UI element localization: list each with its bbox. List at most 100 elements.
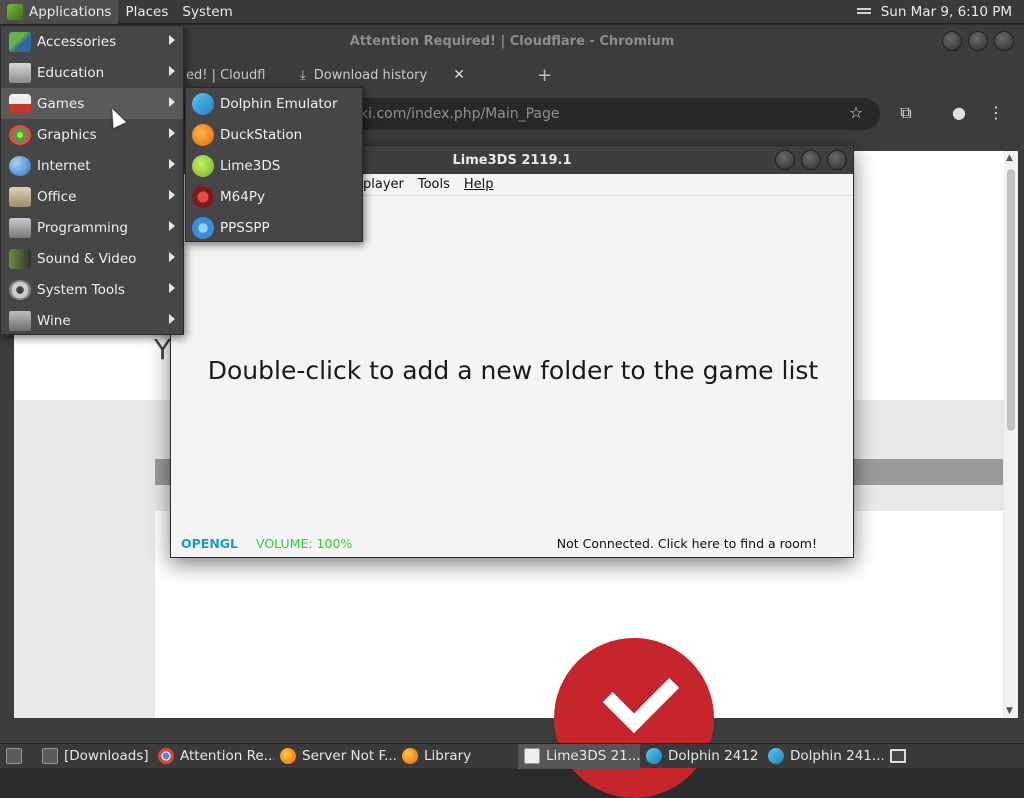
task-label: Dolphin 241...	[790, 748, 884, 764]
page-heading-fragment: Y	[154, 333, 172, 366]
folder-icon	[42, 748, 58, 764]
menu-item-label: Internet	[37, 157, 91, 174]
office-icon	[9, 186, 31, 207]
task-chromium[interactable]: Attention Re...	[152, 744, 274, 769]
task-label: Dolphin 2412	[668, 748, 759, 764]
places-menu[interactable]: Places	[118, 0, 175, 24]
maximize-button[interactable]	[801, 150, 821, 170]
task-downloads[interactable]: [Downloads]	[36, 744, 152, 769]
menu-item-label: Wine	[37, 312, 71, 329]
panel-tray: Sun Mar 9, 6:10 PM	[856, 4, 1024, 20]
menu-item-education[interactable]: Education	[1, 57, 183, 88]
submenu-item-label: Lime3DS	[220, 157, 281, 174]
dolphin-icon	[192, 92, 214, 115]
network-status-label[interactable]: Not Connected. Click here to find a room…	[557, 536, 843, 551]
lime3ds-icon	[192, 154, 214, 177]
submenu-arrow-icon	[169, 252, 175, 262]
menu-item-label: Games	[37, 95, 85, 112]
menu-item-system-tools[interactable]: System Tools	[1, 274, 183, 305]
submenu-arrow-icon	[169, 190, 175, 200]
menu-item-sound-video[interactable]: Sound & Video	[1, 243, 183, 274]
task-dolphin-2[interactable]: Dolphin 241...	[762, 744, 884, 769]
task-label: Server Not F...	[302, 748, 396, 764]
submenu-item-dolphin[interactable]: Dolphin Emulator	[186, 88, 362, 119]
lime3ds-statusbar: OPENGL VOLUME: 100% Not Connected. Click…	[171, 529, 853, 557]
close-tab-icon[interactable]: ✕	[453, 67, 465, 83]
scroll-thumb[interactable]	[1007, 169, 1015, 431]
workspace-switcher[interactable]	[884, 744, 920, 769]
submenu-arrow-icon	[169, 35, 175, 45]
submenu-item-ppsspp[interactable]: PPSSPP	[186, 212, 362, 243]
show-desktop-launcher[interactable]	[0, 744, 36, 769]
menu-kebab-icon[interactable]: ⋮	[986, 103, 1006, 123]
menu-item-office[interactable]: Office	[1, 181, 183, 212]
network-icon[interactable]	[856, 6, 873, 18]
submenu-arrow-icon	[169, 128, 175, 138]
accessories-icon	[9, 31, 31, 52]
task-firefox-library[interactable]: Library	[396, 744, 518, 769]
minimize-button[interactable]	[775, 150, 795, 170]
top-panel: Applications Places System Sun Mar 9, 6:…	[0, 0, 1024, 24]
game-list-empty-message[interactable]: Double-click to add a new folder to the …	[171, 356, 855, 385]
tab-label: Download history	[313, 67, 428, 83]
firefox-icon	[280, 748, 296, 764]
lime3ds-icon	[524, 748, 540, 764]
menu-item-label: Sound & Video	[37, 250, 137, 267]
page-scrollbar[interactable]: ▲ ▼	[1004, 151, 1018, 718]
menu-item-programming[interactable]: Programming	[1, 212, 183, 243]
task-firefox-server[interactable]: Server Not F...	[274, 744, 396, 769]
menu-item-internet[interactable]: Internet	[1, 150, 183, 181]
scroll-up-icon[interactable]: ▲	[1006, 153, 1013, 163]
extensions-icon[interactable]: ⧉	[896, 103, 916, 123]
sound-video-icon	[9, 248, 31, 269]
firefox-icon	[402, 748, 418, 764]
submenu-arrow-icon	[169, 66, 175, 76]
bottom-taskbar: [Downloads] Attention Re... Server Not F…	[0, 743, 1024, 769]
task-lime3ds[interactable]: Lime3DS 21...	[518, 743, 640, 769]
bookmark-star-icon[interactable]: ☆	[846, 103, 866, 123]
menu-multiplayer[interactable]: player	[363, 177, 404, 192]
workspace-icon	[890, 749, 906, 763]
close-button[interactable]	[994, 31, 1014, 51]
games-icon	[9, 93, 31, 114]
menu-item-graphics[interactable]: Graphics	[1, 119, 183, 150]
menu-item-games[interactable]: Games	[1, 88, 183, 119]
task-label: Lime3DS 21...	[546, 748, 640, 764]
submenu-item-duckstation[interactable]: DuckStation	[186, 119, 362, 150]
lime3ds-title: Lime3DS 2119.1	[452, 152, 572, 168]
panel-menu-bar: Applications Places System	[0, 0, 240, 24]
submenu-item-lime3ds[interactable]: Lime3DS	[186, 150, 362, 181]
menu-tools[interactable]: Tools	[418, 177, 450, 192]
close-button[interactable]	[827, 150, 847, 170]
duckstation-icon	[192, 123, 214, 146]
menu-item-label: Office	[37, 188, 77, 205]
new-tab-button[interactable]: +	[537, 65, 552, 86]
menu-help[interactable]: Help	[464, 177, 494, 192]
scroll-down-icon[interactable]: ▼	[1006, 706, 1013, 716]
applications-dropdown: Accessories Education Games Graphics Int…	[0, 25, 184, 335]
menu-item-label: System Tools	[37, 281, 125, 298]
graphics-api-label[interactable]: OPENGL	[181, 536, 238, 551]
submenu-arrow-icon	[169, 221, 175, 231]
submenu-item-label: M64Py	[220, 188, 265, 205]
submenu-item-m64py[interactable]: M64Py	[186, 181, 362, 212]
volume-label[interactable]: VOLUME: 100%	[256, 536, 352, 551]
task-label: Attention Re...	[180, 748, 274, 764]
menu-item-label: Accessories	[37, 33, 117, 50]
wine-icon	[9, 310, 31, 331]
menu-item-accessories[interactable]: Accessories	[1, 26, 183, 57]
applications-menu[interactable]: Applications	[0, 0, 119, 24]
browser-window-title: Attention Required! | Cloudflare - Chrom…	[349, 33, 675, 49]
clock[interactable]: Sun Mar 9, 6:10 PM	[881, 4, 1012, 20]
profile-icon[interactable]: ●	[949, 103, 969, 123]
download-icon: ⤓	[300, 67, 306, 83]
submenu-arrow-icon	[169, 314, 175, 324]
education-icon	[9, 62, 31, 83]
task-dolphin-1[interactable]: Dolphin 2412	[640, 744, 762, 769]
submenu-arrow-icon	[169, 159, 175, 169]
maximize-button[interactable]	[968, 31, 988, 51]
minimize-button[interactable]	[942, 31, 962, 51]
menu-item-wine[interactable]: Wine	[1, 305, 183, 336]
system-tools-icon	[9, 279, 31, 300]
system-menu[interactable]: System	[175, 0, 239, 24]
